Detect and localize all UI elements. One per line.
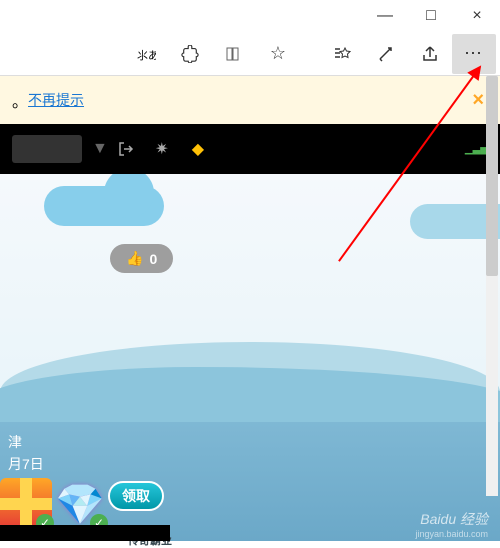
translate-icon[interactable]: ⺢あ [124,34,168,74]
hero-background: 👍 0 [0,174,500,422]
notice-bar: 。 不再提示 × [0,76,500,124]
vertical-scrollbar[interactable] [486,76,498,496]
extensions-icon[interactable] [168,34,212,74]
cloud-decoration [44,186,164,226]
page-content: ▼ ✷ ◆ ▁▃▅ 👍 0 津 月7日 ✓ 💎 ✓ 领取 传奇霸 [0,124,500,541]
settings-gear-icon[interactable]: ✷ [148,135,176,163]
notice-close-icon[interactable]: × [472,89,484,112]
scroll-thumb[interactable] [486,76,498,276]
favorites-list-icon[interactable] [320,34,364,74]
signal-icon: ▁▃▅ [465,144,488,155]
thumbs-up-icon: 👍 [126,250,143,267]
minimize-button[interactable]: — [362,0,408,32]
close-button[interactable]: × [454,0,500,32]
diamond-icon[interactable]: ◆ [184,135,212,163]
dismiss-link[interactable]: 不再提示 [28,90,84,110]
reward-icons-row: ✓ 💎 ✓ 领取 [0,478,164,530]
favorite-star-icon[interactable]: ☆ [256,34,300,74]
window-titlebar: — □ × [0,0,500,32]
exit-icon[interactable] [112,135,140,163]
share-icon[interactable] [408,34,452,74]
like-count: 0 [149,251,157,267]
collections-icon[interactable] [364,34,408,74]
date-text: 月7日 [8,454,44,474]
like-button[interactable]: 👍 0 [110,244,173,273]
reading-list-icon[interactable] [212,34,256,74]
more-menu-button[interactable]: ⋯ [452,34,496,74]
svg-text:⺢あ: ⺢あ [137,49,156,62]
app-header-bar: ▼ ✷ ◆ ▁▃▅ [0,124,500,174]
profile-segment[interactable] [12,135,82,163]
location-text: 津 [8,432,22,452]
claim-button[interactable]: 领取 [108,481,164,511]
notice-prefix: 。 [12,88,28,112]
browser-toolbar: ⺢あ ☆ ⋯ [0,32,500,76]
watermark-logo: Baidu 经验 [420,509,488,529]
maximize-button[interactable]: □ [408,0,454,32]
bottom-panel [0,525,170,541]
watermark-url: jingyan.baidu.com [415,529,488,539]
